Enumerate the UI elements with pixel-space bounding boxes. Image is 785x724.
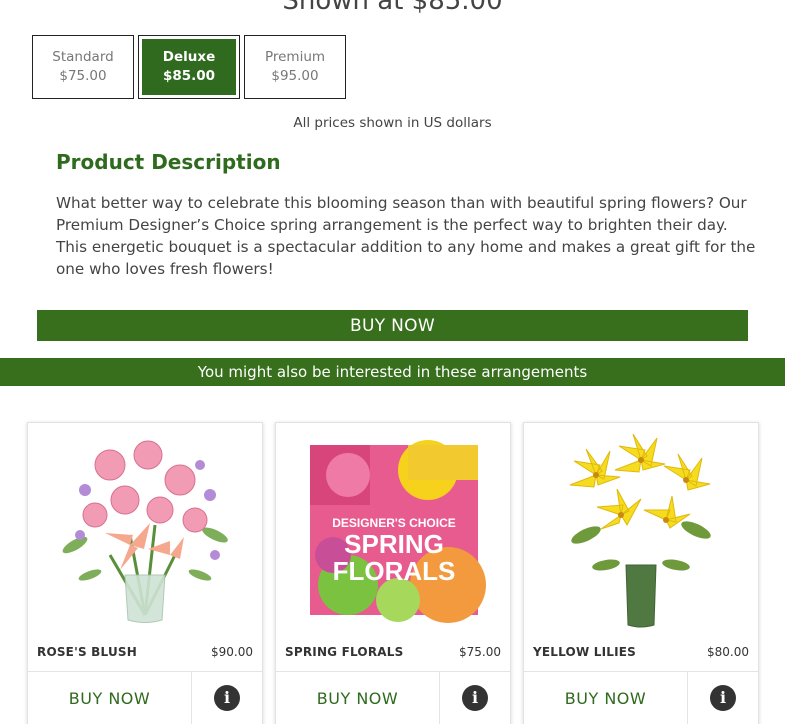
image-text-florals: FLORALS	[333, 556, 456, 586]
size-option-name: Standard	[52, 49, 114, 65]
product-description-text: What better way to celebrate this bloomi…	[56, 194, 756, 278]
shown-at-price: Shown at $85.00	[282, 0, 503, 16]
product-image-roses-blush[interactable]	[30, 425, 260, 635]
product-price: $75.00	[459, 645, 501, 659]
product-name: SPRING FLORALS	[285, 645, 404, 659]
product-price: $80.00	[707, 645, 749, 659]
product-info-button[interactable]: i	[688, 672, 758, 724]
image-text-spring: SPRING	[344, 529, 444, 559]
product-buy-now-button[interactable]: BUY NOW	[276, 672, 440, 724]
info-icon: i	[462, 685, 488, 711]
size-option-price: $95.00	[271, 68, 319, 84]
product-card-roses-blush: ROSE'S BLUSH $90.00 BUY NOW i	[27, 422, 263, 724]
size-option-deluxe[interactable]: Deluxe $85.00	[138, 35, 240, 99]
size-option-standard[interactable]: Standard $75.00	[32, 35, 134, 99]
product-buy-now-button[interactable]: BUY NOW	[524, 672, 688, 724]
image-text-designers-choice: DESIGNER'S CHOICE	[332, 516, 456, 530]
product-info-button[interactable]: i	[440, 672, 510, 724]
product-image-yellow-lilies[interactable]	[526, 425, 756, 635]
product-buy-now-button[interactable]: BUY NOW	[28, 672, 192, 724]
info-icon: i	[710, 685, 736, 711]
size-option-name: Premium	[264, 49, 326, 65]
product-name: ROSE'S BLUSH	[37, 645, 137, 659]
size-option-price: $85.00	[162, 68, 216, 84]
size-option-premium[interactable]: Premium $95.00	[244, 35, 346, 99]
product-image-spring-florals[interactable]: DESIGNER'S CHOICE SPRING FLORALS	[278, 425, 508, 635]
related-arrangements-banner: You might also be interested in these ar…	[0, 358, 785, 386]
size-options: Standard $75.00 Deluxe $85.00 Premium $9…	[32, 35, 346, 99]
related-products: ROSE'S BLUSH $90.00 BUY NOW i DESIGNER'S…	[27, 422, 759, 724]
size-option-price: $75.00	[59, 68, 107, 84]
product-card-spring-florals: DESIGNER'S CHOICE SPRING FLORALS SPRING …	[275, 422, 511, 724]
product-card-yellow-lilies: YELLOW LILIES $80.00 BUY NOW i	[523, 422, 759, 724]
price-note: All prices shown in US dollars	[293, 115, 492, 131]
buy-now-button[interactable]: BUY NOW	[37, 310, 748, 341]
info-icon: i	[214, 685, 240, 711]
product-description-heading: Product Description	[56, 150, 281, 174]
product-name: YELLOW LILIES	[533, 645, 637, 659]
size-option-name: Deluxe	[162, 49, 216, 65]
product-price: $90.00	[211, 645, 253, 659]
product-info-button[interactable]: i	[192, 672, 262, 724]
